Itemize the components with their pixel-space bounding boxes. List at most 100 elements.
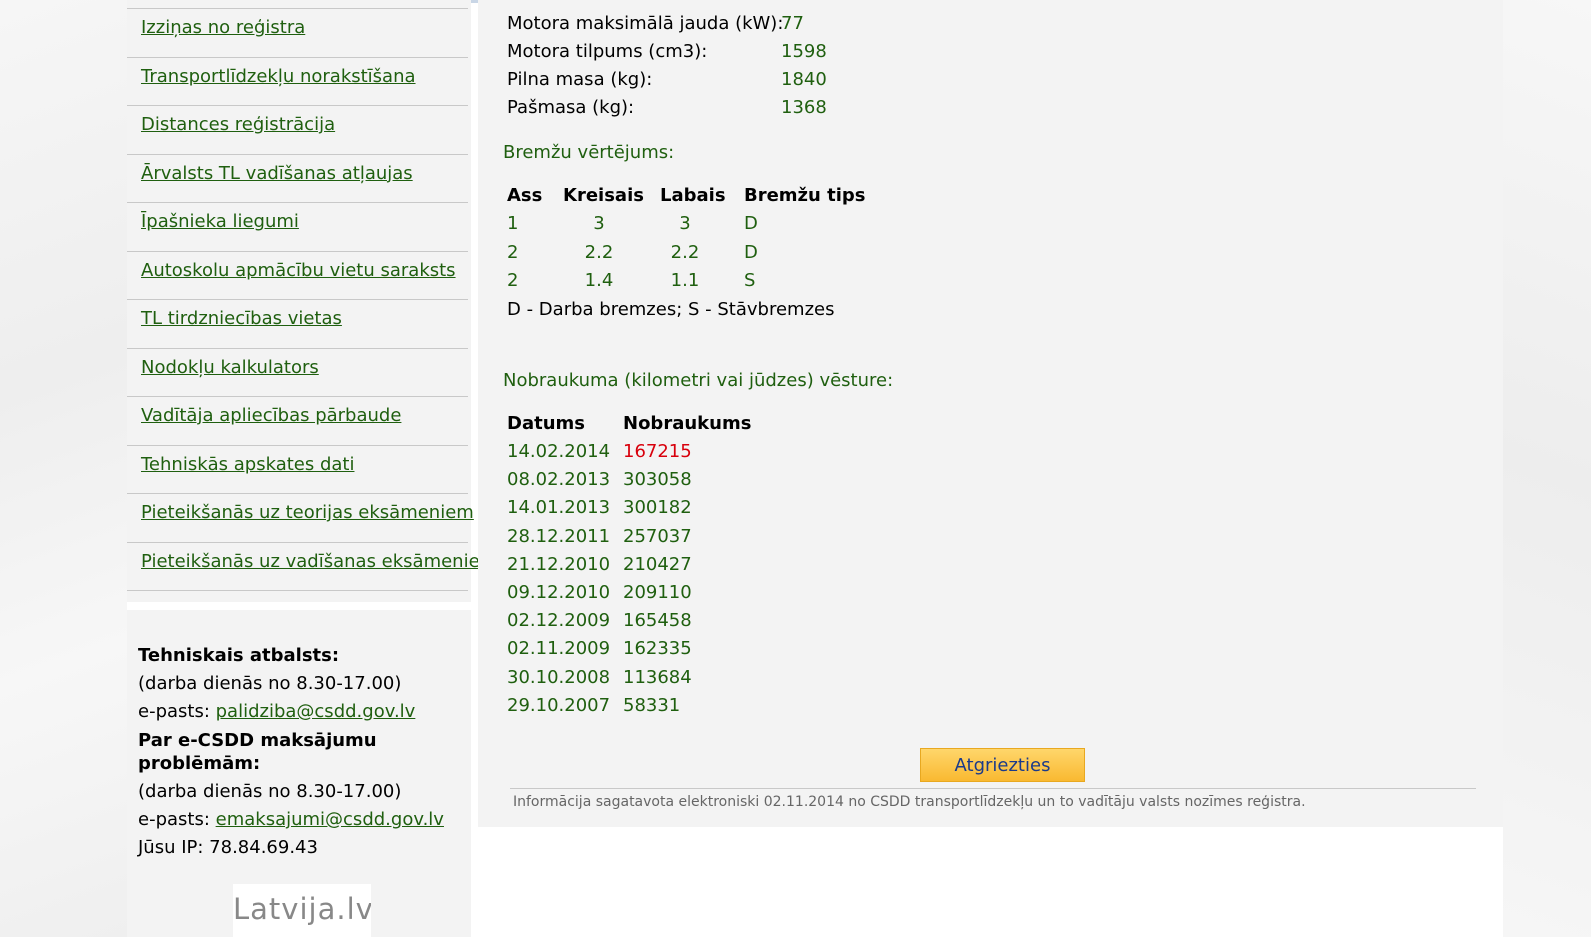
- mileage-date: 14.01.2013: [507, 497, 611, 519]
- mileage-value: 162335: [623, 638, 692, 660]
- mileage-header-date: Datums: [507, 413, 585, 434]
- mileage-row: 21.12.2010 210427: [507, 554, 807, 582]
- brakes-row: 1 3 3 D: [507, 213, 907, 241]
- mileage-date: 21.12.2010: [507, 553, 611, 575]
- sidebar-nav-link[interactable]: Distances reģistrācija: [141, 114, 335, 135]
- sidebar-nav-link[interactable]: Nodokļu kalkulators: [141, 357, 319, 378]
- brakes-cell: 3: [679, 213, 691, 234]
- brakes-cell: 1.4: [584, 270, 614, 291]
- mileage-date: 14.02.2014: [507, 441, 611, 462]
- page-background-left: [0, 0, 127, 937]
- main-content: Motora maksimālā jauda (kW): 77 Motora til…: [478, 0, 1503, 827]
- brakes-cell: 3: [593, 213, 605, 234]
- mileage-title: Nobraukuma (kilometri vai jūdzes) vēstur…: [503, 370, 894, 391]
- brakes-cell: 2.2: [670, 241, 700, 263]
- mileage-row: 28.12.2011 257037: [507, 526, 807, 554]
- sidebar-nav-link[interactable]: Izziņas no reģistra: [141, 17, 305, 38]
- mileage-value: 165458: [623, 610, 692, 632]
- brakes-cell: 2: [507, 241, 519, 263]
- brakes-cell: 1: [507, 213, 519, 234]
- sidebar-nav-item[interactable]: Nodokļu kalkulators: [127, 349, 468, 397]
- sidebar-nav-item[interactable]: Autoskolu apmācību vietu saraksts: [127, 252, 468, 300]
- sidebar-nav-item[interactable]: Tehniskās apskates dati: [127, 446, 468, 494]
- mileage-value: 113684: [623, 666, 692, 688]
- tech-support-title: Tehniskais atbalsts:: [138, 645, 340, 666]
- mileage-date: 28.12.2011: [507, 525, 611, 547]
- spec-label: Motora tilpums (cm3):: [507, 41, 708, 62]
- sidebar-nav-link[interactable]: Ārvalsts TL vadīšanas atļaujas: [141, 163, 413, 184]
- mileage-header-row: Datums Nobraukums: [507, 413, 807, 441]
- brakes-header-cell: Bremžu tips: [744, 185, 866, 206]
- sidebar-nav-link[interactable]: Īpašnieka liegumi: [141, 211, 299, 232]
- sidebar-nav-item[interactable]: Īpašnieka liegumi: [127, 203, 468, 252]
- brakes-cell: 2: [507, 270, 519, 291]
- sidebar-nav-item[interactable]: Izziņas no reģistra: [127, 9, 468, 58]
- sidebar-nav-item[interactable]: Transportlīdzekļu norakstīšana: [127, 58, 468, 106]
- back-button[interactable]: Atgriezties: [920, 748, 1085, 782]
- footer-note: Informācija sagatavota elektroniski 02.1…: [513, 794, 1306, 810]
- mileage-date: 02.11.2009: [507, 638, 611, 660]
- mileage-date: 09.12.2010: [507, 582, 611, 603]
- spec-label: Motora maksimālā jauda (kW):: [507, 13, 784, 34]
- mileage-date: 30.10.2008: [507, 666, 611, 688]
- latvija-logo[interactable]: Latvija.lv: [233, 884, 371, 937]
- sidebar-nav-link[interactable]: Pieteikšanās uz vadīšanas eksāmeniem: [141, 551, 497, 572]
- brakes-row: 2 1.4 1.1 S: [507, 270, 907, 298]
- brakes-title: Bremžu vērtējums:: [503, 142, 675, 163]
- spec-value: 1840: [781, 69, 827, 90]
- sidebar-nav-link[interactable]: TL tirdzniecības vietas: [141, 308, 342, 329]
- sidebar-nav-link[interactable]: Pieteikšanās uz teorijas eksāmeniem: [141, 502, 474, 523]
- brakes-legend: D - Darba bremzes; S - Stāvbremzes: [507, 299, 835, 320]
- brakes-cell: D: [744, 213, 758, 234]
- mileage-date: 02.12.2009: [507, 610, 611, 632]
- sidebar-nav-item[interactable]: Vadītāja apliecības pārbaude: [127, 397, 468, 446]
- brakes-row: 2 2.2 2.2 D: [507, 242, 907, 270]
- tech-support-hours: (darba dienās no 8.30-17.00): [138, 673, 402, 694]
- mileage-row: 09.12.2010 209110: [507, 582, 807, 610]
- mileage-value: 303058: [623, 469, 692, 491]
- sidebar-divider: [127, 602, 471, 610]
- sidebar-nav-link[interactable]: Tehniskās apskates dati: [141, 454, 354, 475]
- mileage-row: 14.01.2013 300182: [507, 497, 807, 525]
- mileage-row: 30.10.2008 113684: [507, 667, 807, 695]
- sidebar-nav-item[interactable]: Ārvalsts TL vadīšanas atļaujas: [127, 155, 468, 203]
- sidebar-nav-item[interactable]: Pieteikšanās uz teorijas eksāmeniem: [127, 494, 474, 543]
- spec-label: Pilna masa (kg):: [507, 69, 653, 90]
- spec-value: 77: [781, 13, 804, 34]
- mileage-row: 02.12.2009 165458: [507, 610, 807, 638]
- sidebar-nav-item[interactable]: Pieteikšanās uz vadīšanas eksāmeniem: [127, 543, 497, 591]
- spec-value: 1368: [781, 97, 827, 118]
- sidebar-nav: Izziņas no reģistra Transportlīdzekļu nor…: [127, 8, 497, 591]
- sidebar-nav-item[interactable]: Distances reģistrācija: [127, 106, 468, 155]
- sidebar-nav-item[interactable]: TL tirdzniecības vietas: [127, 300, 468, 349]
- mileage-date: 08.02.2013: [507, 469, 611, 491]
- mileage-row: 02.11.2009 162335: [507, 638, 807, 666]
- tech-support-email-row: e-pasts: palidziba@csdd.gov.lv: [138, 698, 468, 726]
- logo-text: Latvija.lv: [233, 892, 371, 926]
- brakes-header-cell: Labais: [660, 185, 726, 206]
- sidebar-nav-link[interactable]: Vadītāja apliecības pārbaude: [141, 405, 401, 426]
- mileage-header-value: Nobraukums: [623, 413, 752, 434]
- brakes-header-cell: Kreisais: [563, 185, 644, 206]
- tech-support-email-link[interactable]: palidziba@csdd.gov.lv: [216, 701, 416, 722]
- sidebar: Izziņas no reģistra Transportlīdzekļu nor…: [127, 0, 497, 937]
- payment-support-email-link[interactable]: emaksajumi@csdd.gov.lv: [216, 809, 444, 830]
- payment-support-email-row: e-pasts: emaksajumi@csdd.gov.lv: [138, 806, 468, 834]
- payment-support-hours: (darba dienās no 8.30-17.00): [138, 781, 402, 802]
- sidebar-nav-link[interactable]: Autoskolu apmācību vietu saraksts: [141, 260, 456, 281]
- brakes-cell: 2.2: [584, 241, 614, 263]
- mileage-value: 300182: [623, 497, 692, 519]
- brakes-cell: S: [744, 270, 756, 291]
- payment-support-title: Par e-CSDD maksājumu problēmām:: [138, 730, 377, 774]
- support-info: Tehniskais atbalsts: (darba dienās no 8.…: [138, 642, 468, 862]
- mileage-value: 167215: [623, 441, 692, 462]
- email-label: e-pasts:: [138, 701, 216, 722]
- mileage-value: 209110: [623, 582, 692, 603]
- brakes-header-cell: Ass: [507, 185, 543, 206]
- spec-label: Pašmasa (kg):: [507, 97, 635, 118]
- sidebar-nav-link[interactable]: Transportlīdzekļu norakstīšana: [141, 66, 416, 87]
- mileage-value: 58331: [623, 694, 681, 716]
- spec-value: 1598: [781, 41, 827, 62]
- brakes-cell: 1.1: [670, 270, 700, 291]
- page-background-right: [1503, 0, 1591, 937]
